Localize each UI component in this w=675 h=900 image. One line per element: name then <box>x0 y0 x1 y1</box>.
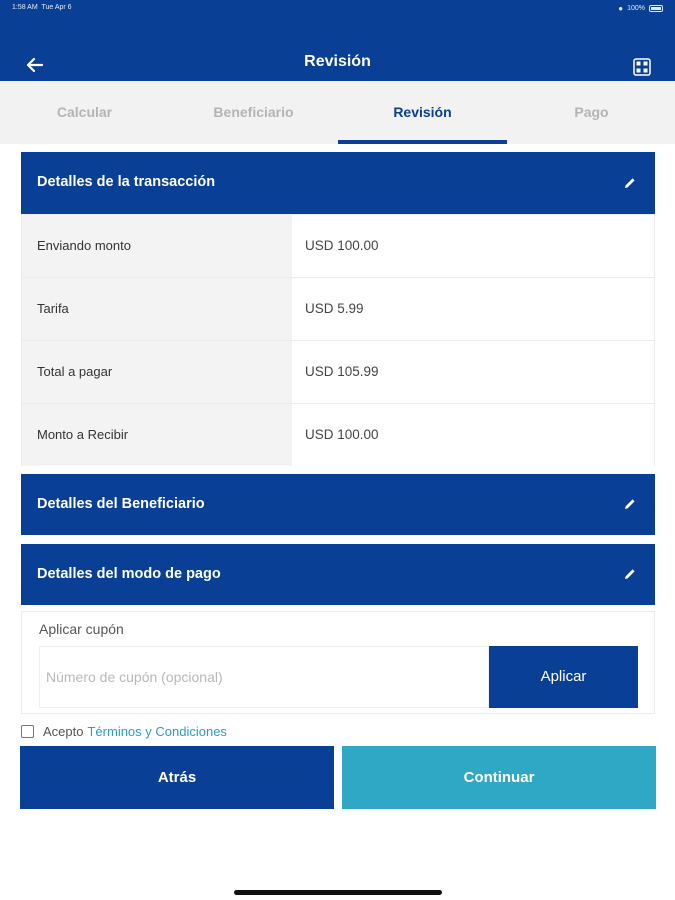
row-value: USD 105.99 <box>292 341 654 403</box>
terms-checkbox[interactable] <box>21 724 34 738</box>
status-date: Tue Apr 6 <box>41 4 72 11</box>
home-indicator <box>234 890 442 895</box>
edit-pencil-icon[interactable] <box>623 497 637 511</box>
payment-mode-details-header[interactable]: Detalles del modo de pago <box>21 544 655 605</box>
qr-code-button[interactable] <box>633 58 651 76</box>
page-title: Revisión <box>304 53 371 70</box>
transaction-details-table: Enviando monto USD 100.00 Tarifa USD 5.9… <box>21 214 655 466</box>
coupon-input[interactable] <box>39 646 489 708</box>
table-row: Tarifa USD 5.99 <box>22 278 654 341</box>
status-time: 1:58 AM <box>12 4 38 11</box>
terms-link[interactable]: Términos y Condiciones <box>87 724 226 739</box>
tab-pago[interactable]: Pago <box>507 81 675 144</box>
beneficiary-details-title: Detalles del Beneficiario <box>37 496 205 512</box>
edit-pencil-icon[interactable] <box>623 567 637 581</box>
battery-icon <box>649 5 663 12</box>
status-bar: 1:58 AM Tue Apr 6 ● 100% <box>0 0 675 16</box>
row-label: Total a pagar <box>22 341 292 403</box>
transaction-details-title: Detalles de la transacción <box>37 174 216 190</box>
stepper-tabs: Calcular Beneficiario Revisión Pago <box>0 81 675 144</box>
continue-button[interactable]: Continuar <box>342 746 656 809</box>
terms-row: Acepto Términos y Condiciones <box>21 723 227 739</box>
transaction-details-header[interactable]: Detalles de la transacción <box>21 152 655 214</box>
row-value: USD 100.00 <box>292 404 654 466</box>
row-value: USD 100.00 <box>292 215 654 277</box>
battery-percent: 100% <box>627 5 645 12</box>
coupon-label: Aplicar cupón <box>39 621 124 637</box>
row-label: Tarifa <box>22 278 292 340</box>
wifi-icon: ● <box>618 4 624 13</box>
table-row: Total a pagar USD 105.99 <box>22 341 654 404</box>
payment-mode-details-title: Detalles del modo de pago <box>37 566 221 582</box>
beneficiary-details-header[interactable]: Detalles del Beneficiario <box>21 474 655 535</box>
back-button[interactable]: Atrás <box>20 746 334 809</box>
table-row: Enviando monto USD 100.00 <box>22 215 654 278</box>
row-label: Enviando monto <box>22 215 292 277</box>
status-time-date: 1:58 AM Tue Apr 6 <box>12 4 72 11</box>
row-value: USD 5.99 <box>292 278 654 340</box>
status-indicators: ● 100% <box>618 4 663 13</box>
app-header: 1:58 AM Tue Apr 6 ● 100% Revisión <box>0 0 675 81</box>
edit-pencil-icon[interactable] <box>623 176 637 190</box>
apply-coupon-button[interactable]: Aplicar <box>489 646 638 708</box>
coupon-section: Aplicar cupón Aplicar <box>21 611 655 714</box>
table-row: Monto a Recibir USD 100.00 <box>22 404 654 467</box>
terms-prefix: Acepto <box>43 723 84 739</box>
tab-revision[interactable]: Revisión <box>338 81 507 144</box>
row-label: Monto a Recibir <box>22 404 292 466</box>
qr-code-icon <box>633 58 651 76</box>
tab-calcular[interactable]: Calcular <box>0 81 169 144</box>
tab-beneficiario[interactable]: Beneficiario <box>169 81 338 144</box>
